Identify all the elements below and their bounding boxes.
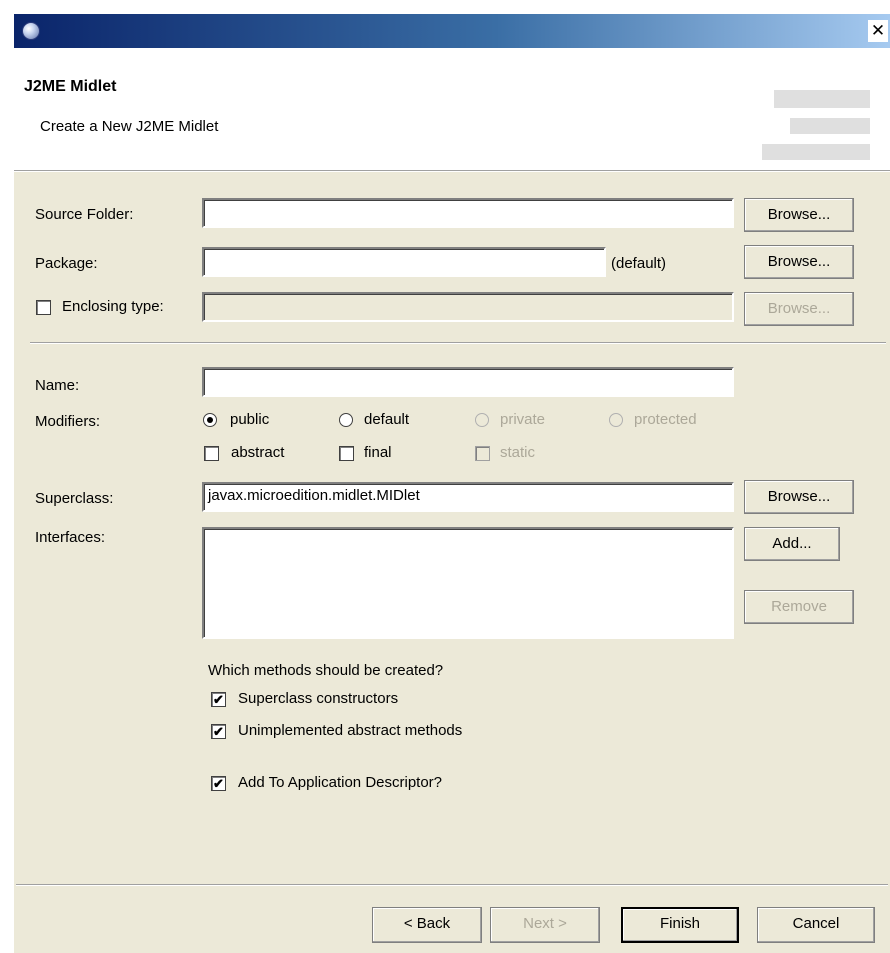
- package-browse-button[interactable]: Browse...: [744, 245, 854, 279]
- interfaces-label: Interfaces:: [35, 529, 106, 546]
- check-mark-icon: ✔: [213, 776, 224, 791]
- superclass-constructors-label: Superclass constructors: [238, 690, 399, 707]
- modifier-protected-radio: [609, 413, 623, 427]
- page-description: Create a New J2ME Midlet: [40, 118, 219, 135]
- back-button[interactable]: < Back: [372, 907, 482, 943]
- package-label: Package:: [35, 255, 98, 272]
- remove-interface-button: Remove: [744, 590, 854, 624]
- package-input[interactable]: [202, 247, 606, 277]
- modifier-final-label: final: [364, 444, 392, 461]
- superclass-value: javax.microedition.midlet.MIDlet: [208, 487, 420, 504]
- superclass-input[interactable]: javax.microedition.midlet.MIDlet: [202, 482, 734, 512]
- unimplemented-methods-label: Unimplemented abstract methods: [238, 722, 463, 739]
- unimplemented-methods-checkbox[interactable]: ✔: [211, 724, 226, 739]
- close-button[interactable]: ✕: [868, 20, 888, 42]
- add-interface-button[interactable]: Add...: [744, 527, 840, 561]
- new-midlet-dialog: ✕ J2ME Midlet Create a New J2ME Midlet S…: [14, 14, 890, 953]
- source-folder-label: Source Folder:: [35, 206, 134, 223]
- modifier-default-label: default: [364, 411, 410, 428]
- modifier-static-label: static: [500, 444, 536, 461]
- modifier-protected-label: protected: [634, 411, 697, 428]
- enclosing-type-checkbox[interactable]: [36, 300, 51, 315]
- wizard-banner: J2ME Midlet Create a New J2ME Midlet: [14, 48, 890, 171]
- modifier-final-checkbox[interactable]: [339, 446, 354, 461]
- cancel-button[interactable]: Cancel: [757, 907, 875, 943]
- methods-question-label: Which methods should be created?: [208, 662, 444, 679]
- title-bar[interactable]: ✕: [14, 14, 890, 48]
- name-label: Name:: [35, 377, 80, 394]
- modifier-public-label: public: [230, 411, 270, 428]
- modifier-public-radio[interactable]: [203, 413, 217, 427]
- next-button: Next >: [490, 907, 600, 943]
- modifier-abstract-label: abstract: [231, 444, 285, 461]
- enclosing-type-browse-button: Browse...: [744, 292, 854, 326]
- section-separator: [30, 342, 886, 344]
- source-folder-input[interactable]: [202, 198, 734, 228]
- eclipse-app-icon: [22, 22, 40, 40]
- source-folder-browse-button[interactable]: Browse...: [744, 198, 854, 232]
- page-title: J2ME Midlet: [24, 78, 117, 95]
- superclass-constructors-checkbox[interactable]: ✔: [211, 692, 226, 707]
- enclosing-type-label: Enclosing type:: [62, 298, 164, 315]
- interfaces-list[interactable]: [202, 527, 734, 639]
- radio-selected-dot: [207, 417, 213, 423]
- check-mark-icon: ✔: [213, 692, 224, 707]
- package-default-hint: (default): [611, 255, 667, 272]
- finish-button[interactable]: Finish: [621, 907, 739, 943]
- modifiers-label: Modifiers:: [35, 413, 101, 430]
- footer-separator: [16, 884, 888, 886]
- add-to-descriptor-checkbox[interactable]: ✔: [211, 776, 226, 791]
- wizard-content: Source Folder: Browse... Package: (defau…: [14, 172, 890, 953]
- check-mark-icon: ✔: [213, 724, 224, 739]
- superclass-browse-button[interactable]: Browse...: [744, 480, 854, 514]
- modifier-private-label: private: [500, 411, 546, 428]
- superclass-label: Superclass:: [35, 490, 114, 507]
- add-to-descriptor-label: Add To Application Descriptor?: [238, 774, 443, 791]
- modifier-default-radio[interactable]: [339, 413, 353, 427]
- modifier-abstract-checkbox[interactable]: [204, 446, 219, 461]
- name-input[interactable]: [202, 367, 734, 397]
- modifier-static-checkbox: [475, 446, 490, 461]
- modifier-private-radio: [475, 413, 489, 427]
- enclosing-type-input: [202, 292, 734, 322]
